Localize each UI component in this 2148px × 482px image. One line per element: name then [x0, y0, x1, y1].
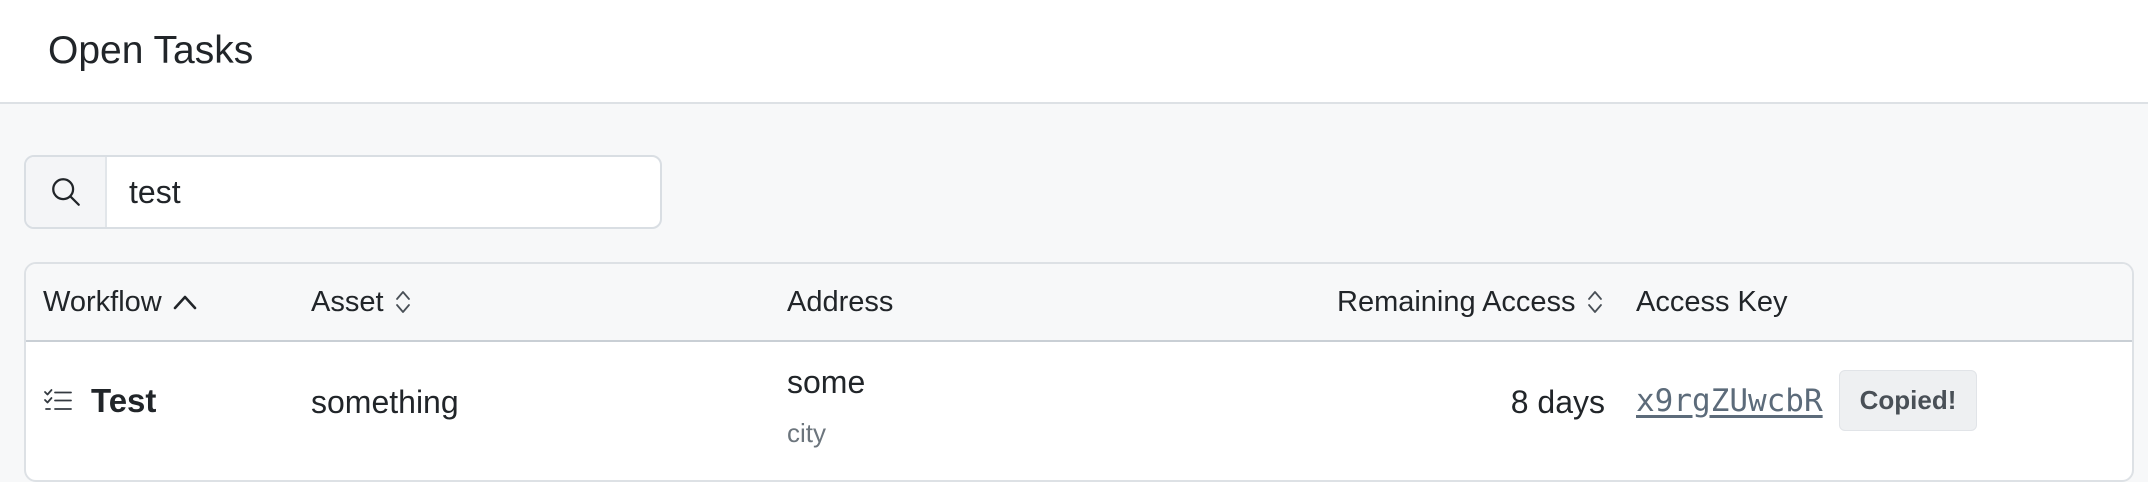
column-label-workflow: Workflow — [43, 285, 162, 318]
column-header-workflow[interactable]: Workflow — [43, 264, 198, 340]
chevron-up-icon — [172, 292, 198, 312]
table-row: Test something some city 8 days x9rgZUwc… — [26, 342, 2132, 480]
column-header-address: Address — [787, 264, 893, 340]
column-label-remaining-access: Remaining Access — [1337, 285, 1576, 318]
column-label-asset: Asset — [311, 285, 384, 318]
page-title: Open Tasks — [48, 29, 254, 72]
address-line-1: some — [787, 364, 866, 400]
column-label-address: Address — [787, 285, 894, 318]
column-header-access-key: Access Key — [1636, 264, 1788, 340]
access-key-cell: x9rgZUwcbR Copied! — [1636, 370, 1978, 431]
sort-icon — [1586, 289, 1604, 315]
asset-cell: something — [311, 384, 459, 420]
search-bar — [24, 155, 662, 229]
page-header: Open Tasks — [0, 0, 2148, 104]
search-icon — [51, 178, 80, 206]
column-header-remaining-access[interactable]: Remaining Access — [1337, 264, 1604, 340]
remaining-access-value: 8 days — [1510, 384, 1605, 420]
workflow-name[interactable]: Test — [91, 382, 156, 420]
tasks-table: Workflow Asset Address Remaining Access — [24, 262, 2134, 482]
column-header-asset[interactable]: Asset — [311, 264, 412, 340]
task-list-icon — [44, 389, 72, 410]
workflow-cell: Test — [43, 382, 156, 420]
copy-status-button[interactable]: Copied! — [1838, 370, 1978, 431]
sort-icon — [394, 289, 412, 315]
address-line-2: city — [787, 418, 826, 448]
column-label-access-key: Access Key — [1636, 285, 1788, 318]
search-input[interactable] — [107, 157, 660, 227]
access-key-link[interactable]: x9rgZUwcbR — [1636, 383, 1823, 419]
search-icon-box — [26, 157, 107, 227]
table-header: Workflow Asset Address Remaining Access — [26, 264, 2132, 342]
